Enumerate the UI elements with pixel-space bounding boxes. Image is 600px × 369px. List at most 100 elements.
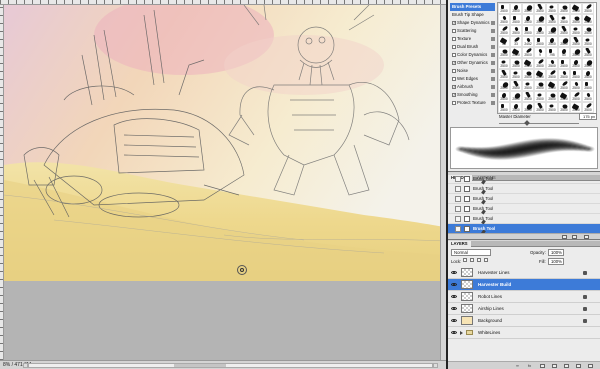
lock-icon[interactable] [491,101,495,105]
checkbox[interactable]: ✓ [452,20,456,25]
checkbox[interactable] [452,76,456,81]
lock-icon[interactable] [491,45,495,49]
brush-preset[interactable]: 2500 [546,91,558,102]
layer-row[interactable]: Robot Lines [448,291,600,303]
eye-icon[interactable] [451,330,457,335]
brush-preset[interactable]: 795 [546,47,558,58]
brush-preset[interactable]: 2500 [534,91,546,102]
brush-preset[interactable]: 2500 [558,14,570,25]
brush-preset[interactable]: 2500 [546,80,558,91]
scroll-left-arrow-icon[interactable] [23,363,28,368]
brush-preset[interactable]: 2500 [558,36,570,47]
layer-group[interactable]: WhiteLines [448,327,600,339]
brush-preset[interactable]: 2500 [546,14,558,25]
eye-icon[interactable] [451,318,457,323]
brush-preset[interactable]: 2500 [510,80,522,91]
brush-preset[interactable]: 2500 [522,80,534,91]
new-layer-icon[interactable] [576,364,581,368]
brush-preset[interactable]: 2500 [570,91,582,102]
brush-preset[interactable]: 2500 [534,69,546,80]
brush-preset[interactable]: 2500 [522,58,534,69]
history-source-box[interactable] [455,196,461,202]
lock-icon[interactable] [491,69,495,73]
brush-preset[interactable]: 2500 [570,14,582,25]
brush-option[interactable]: Brush Tip Shape [450,11,495,19]
brush-preset[interactable]: 2500 [546,102,558,113]
brush-preset[interactable]: 2500 [498,69,510,80]
brush-preset[interactable]: 2500 [498,47,510,58]
checkbox[interactable] [452,52,456,57]
brush-preset[interactable]: 2500 [534,58,546,69]
new-document-from-state-icon[interactable] [562,235,567,239]
layer-row[interactable]: Harvester Lines [448,267,600,279]
blend-mode-select[interactable]: Normal [451,249,491,256]
brush-preset[interactable]: 2500 [558,102,570,113]
brush-preset[interactable]: 2500 [546,58,558,69]
link-layers-icon[interactable]: ∞ [516,363,519,368]
brush-preset[interactable]: 2500 [534,36,546,47]
brush-option[interactable]: ✓Airbrush [450,83,495,91]
brush-preset[interactable]: 2500 [582,47,594,58]
brush-option[interactable]: Dual Brush [450,43,495,51]
brush-preset[interactable]: 2500 [534,80,546,91]
history-state[interactable]: Brush Tool [448,194,600,205]
scroll-thumb[interactable] [174,364,226,367]
horizontal-scrollbar[interactable] [23,363,438,368]
checkbox[interactable] [452,28,456,33]
brush-preset[interactable]: 2500 [534,14,546,25]
checkbox[interactable]: ✓ [452,60,456,65]
lock-icon[interactable] [491,85,495,89]
brush-preset[interactable]: 2500 [510,102,522,113]
brush-option[interactable]: ✓Smoothing [450,91,495,99]
history-state[interactable]: Brush Tool [448,184,600,195]
history-source-box[interactable] [455,176,461,182]
brush-preset[interactable]: 2500 [510,58,522,69]
eye-icon[interactable] [451,306,457,311]
scroll-right-arrow-icon[interactable] [433,363,438,368]
slider-knob[interactable] [524,120,530,126]
brush-preset[interactable]: 9 [534,47,546,58]
brush-preset[interactable]: 2500 [582,69,594,80]
brush-option[interactable]: ✓Shape Dynamics [450,19,495,27]
history-source-box[interactable] [455,206,461,212]
layer-thumbnail[interactable] [461,292,473,301]
history-state[interactable]: Brush Tool [448,214,600,225]
brush-preset[interactable]: 2500 [570,58,582,69]
lock-position-icon[interactable] [477,258,481,262]
brush-preset[interactable]: 2500 [510,91,522,102]
layer-thumbnail[interactable] [461,316,473,325]
history-state[interactable]: Brush Tool [448,174,600,185]
master-diameter-field[interactable]: 175 px [579,113,597,120]
history-source-box[interactable] [455,226,461,232]
fill-field[interactable]: 100% [548,258,564,265]
brush-option[interactable]: Wet Edges [450,75,495,83]
brush-option[interactable]: Color Dynamics [450,51,495,59]
lock-icon[interactable] [491,37,495,41]
checkbox[interactable] [452,68,456,73]
brush-preset[interactable]: 2500 [558,80,570,91]
brush-preset[interactable]: 2500 [570,36,582,47]
tab-layers[interactable]: LAYERS [448,241,471,247]
layer-row[interactable]: Background [448,315,600,327]
brush-preset[interactable]: 2500 [570,25,582,36]
checkbox[interactable] [452,100,456,105]
brush-preset[interactable]: 2500 [510,69,522,80]
brush-preset[interactable]: 2500 [510,47,522,58]
brush-preset[interactable]: 2500 [582,25,594,36]
brush-preset[interactable]: 33 [510,36,522,47]
brush-preset[interactable]: 2500 [498,80,510,91]
add-mask-icon[interactable] [540,364,545,368]
history-source-box[interactable] [455,216,461,222]
brush-preset[interactable]: 2500 [534,102,546,113]
lock-icon[interactable] [491,77,495,81]
brush-preset[interactable]: 2500 [498,14,510,25]
brush-preset[interactable]: 2500 [522,3,534,14]
brush-preset[interactable]: 2500 [570,80,582,91]
brush-preset[interactable]: 2500 [498,25,510,36]
brush-preset[interactable]: 2500 [498,3,510,14]
brush-preset[interactable]: 2500 [498,58,510,69]
brush-preset[interactable]: 2500 [546,25,558,36]
brush-preset[interactable]: 2500 [522,14,534,25]
lock-image-icon[interactable] [470,258,474,262]
brush-preset[interactable]: 50 [558,47,570,58]
